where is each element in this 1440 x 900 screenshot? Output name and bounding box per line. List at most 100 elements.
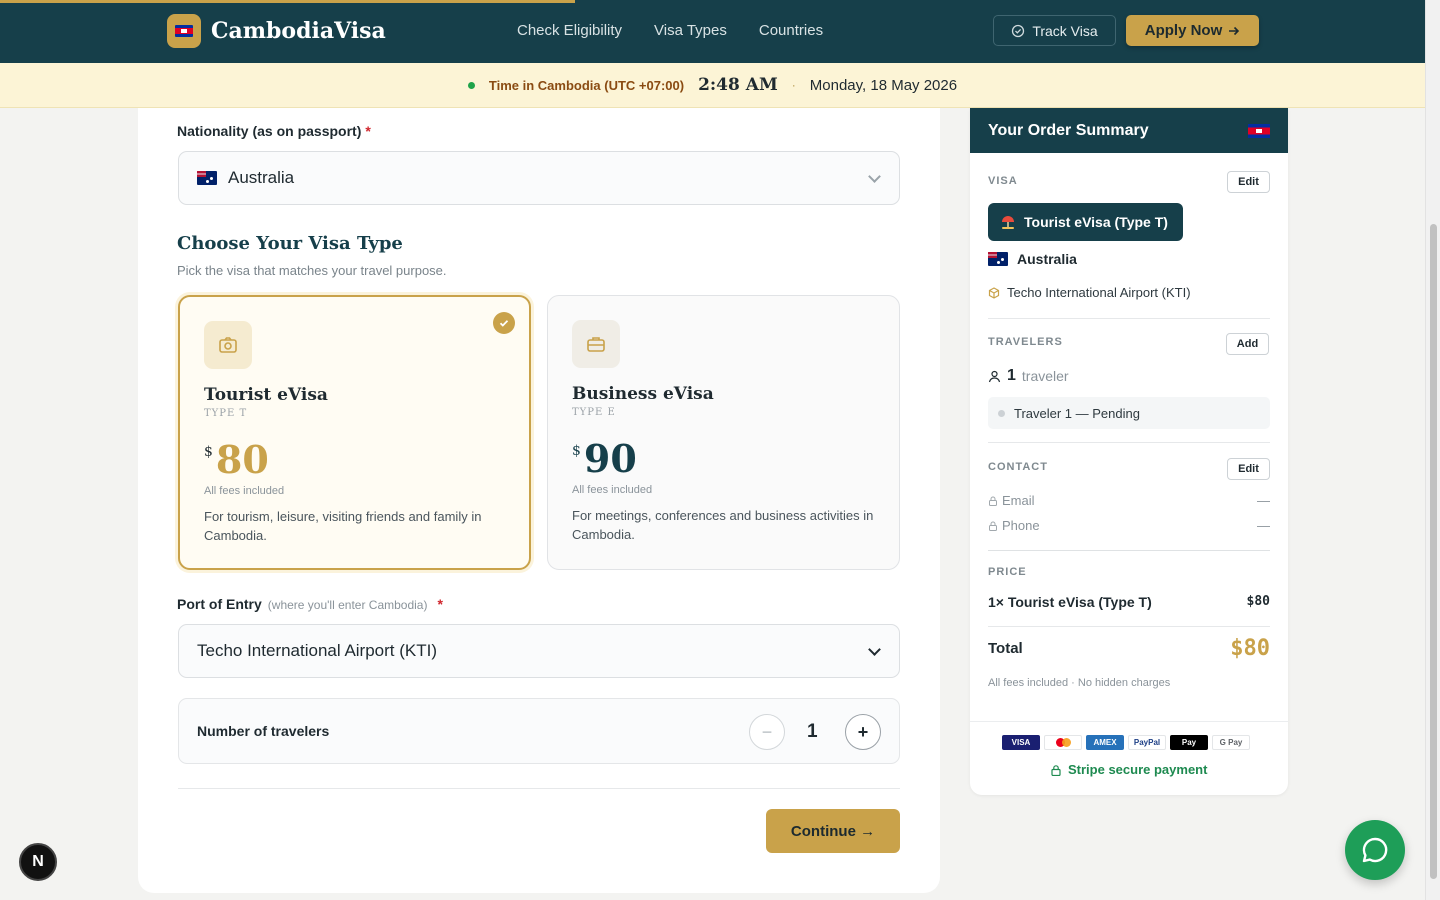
- camera-icon: [204, 321, 252, 369]
- chat-support-button[interactable]: [1345, 820, 1405, 880]
- required-mark: *: [437, 596, 443, 612]
- lock-icon: [989, 521, 997, 531]
- package-icon: [988, 286, 1000, 299]
- summary-divider: [988, 550, 1270, 551]
- apply-now-label: Apply Now: [1144, 22, 1223, 39]
- briefcase-icon: [572, 320, 620, 368]
- check-circle-icon: [1012, 24, 1025, 37]
- next-dev-badge[interactable]: N: [19, 843, 57, 881]
- traveler-list-item: Traveler 1 — Pending: [988, 397, 1270, 429]
- visa-option-tourist[interactable]: Tourist eVisa TYPE T $80 All fees includ…: [178, 295, 531, 570]
- visa-type-code: TYPE E: [572, 407, 616, 418]
- port-of-entry-select[interactable]: Techo International Airport (KTI): [178, 624, 900, 678]
- continue-button[interactable]: Continue →: [766, 809, 900, 853]
- visa-option-business[interactable]: Business eVisa TYPE E $90 All fees inclu…: [547, 295, 900, 570]
- nationality-value: Australia: [228, 168, 295, 187]
- nationality-select[interactable]: Australia: [178, 151, 900, 205]
- port-value: Techo International Airport (KTI): [197, 641, 438, 660]
- contact-phone-row: Phone —: [988, 518, 1270, 533]
- visa-logo-icon: VISA: [1002, 735, 1040, 750]
- apply-now-button[interactable]: Apply Now: [1126, 15, 1259, 46]
- visa-fees-note: All fees included: [204, 485, 285, 497]
- page-progress-bar: [0, 0, 575, 3]
- travelers-label: Number of travelers: [197, 723, 330, 739]
- amex-logo-icon: AMEX: [1086, 735, 1124, 750]
- summary-line-item: 1× Tourist eVisa (Type T) $80: [988, 594, 1270, 610]
- user-icon: [988, 370, 1001, 382]
- visa-fees-note: All fees included: [572, 484, 653, 496]
- track-visa-button[interactable]: Track Visa: [993, 15, 1116, 46]
- google-pay-logo-icon: G Pay: [1212, 735, 1250, 750]
- brand[interactable]: CambodiaVisa: [167, 14, 386, 48]
- visa-type-code: TYPE T: [204, 408, 248, 419]
- visa-price: $80: [204, 437, 269, 482]
- brand-name: CambodiaVisa: [211, 18, 386, 44]
- australia-flag-icon: [988, 252, 1008, 266]
- summary-travelers-label: TRAVELERS: [988, 336, 1063, 348]
- port-hint: (where you'll enter Cambodia): [267, 598, 428, 612]
- mastercard-logo-icon: [1044, 735, 1082, 750]
- selected-check-icon: [493, 312, 515, 334]
- summary-contact-label: CONTACT: [988, 461, 1048, 473]
- summary-total: Total $80: [988, 636, 1270, 661]
- track-visa-label: Track Visa: [1032, 22, 1098, 39]
- visa-name: Tourist eVisa: [204, 385, 328, 405]
- apple-pay-logo-icon: Pay: [1170, 735, 1208, 750]
- nationality-label: Nationality (as on passport) *: [177, 123, 371, 139]
- status-dot-icon: [998, 409, 1005, 417]
- nav-check-eligibility[interactable]: Check Eligibility: [517, 22, 622, 39]
- lock-icon: [1051, 764, 1061, 776]
- secure-payment-note: Stripe secure payment: [1050, 762, 1207, 777]
- australia-flag-icon: [197, 171, 217, 185]
- required-mark: *: [365, 123, 371, 139]
- summary-divider: [988, 442, 1270, 443]
- top-nav: CambodiaVisa Check Eligibility Visa Type…: [0, 0, 1425, 63]
- summary-title: Your Order Summary: [988, 121, 1149, 139]
- page-scrollbar[interactable]: [1425, 0, 1440, 900]
- summary-port: Techo International Airport (KTI): [988, 285, 1191, 300]
- increase-travelers-button[interactable]: +: [845, 714, 881, 750]
- add-traveler-button[interactable]: Add: [1226, 333, 1269, 355]
- contact-email-row: Email —: [988, 493, 1270, 508]
- summary-traveler-count: 1 traveler: [988, 367, 1069, 385]
- brand-flag-icon: [167, 14, 201, 48]
- visa-section-title: Choose Your Visa Type: [177, 233, 403, 254]
- cambodia-time-bar: Time in Cambodia (UTC +07:00) 2:48 AM · …: [0, 63, 1425, 108]
- date-value: Monday, 18 May 2026: [809, 76, 958, 94]
- summary-divider: [988, 626, 1270, 627]
- summary-fees-note: All fees included · No hidden charges: [988, 677, 1171, 689]
- time-value: 2:48 AM: [698, 75, 778, 95]
- visa-description: For meetings, conferences and business a…: [572, 508, 874, 542]
- visa-price: $90: [572, 436, 637, 481]
- form-divider: [178, 788, 900, 789]
- chevron-down-icon: [868, 170, 881, 183]
- decrease-travelers-button[interactable]: −: [749, 714, 785, 750]
- summary-country: Australia: [988, 251, 1077, 267]
- live-dot-icon: [467, 81, 475, 89]
- nav-countries[interactable]: Countries: [759, 22, 823, 39]
- visa-section-subtitle: Pick the visa that matches your travel p…: [177, 263, 447, 278]
- summary-visa-pill: Tourist eVisa (Type T): [988, 203, 1183, 241]
- summary-header: Your Order Summary: [970, 108, 1288, 153]
- chat-bubble-icon: [1362, 837, 1388, 863]
- travelers-count: 1: [807, 721, 818, 742]
- beach-umbrella-icon: [1002, 216, 1014, 229]
- travelers-stepper: Number of travelers − 1 +: [178, 698, 900, 764]
- arrow-right-icon: [1229, 26, 1240, 35]
- time-label: Time in Cambodia (UTC +07:00): [488, 77, 685, 93]
- summary-divider: [988, 318, 1270, 319]
- port-of-entry-label: Port of Entry (where you'll enter Cambodi…: [177, 596, 443, 612]
- main-nav: Check Eligibility Visa Types Countries: [517, 22, 823, 39]
- summary-visa-label: VISA: [988, 175, 1018, 187]
- summary-price-label: PRICE: [988, 566, 1027, 578]
- order-summary: Your Order Summary VISA Edit Tourist eVi…: [970, 108, 1288, 795]
- time-separator: ·: [791, 78, 796, 92]
- visa-description: For tourism, leisure, visiting friends a…: [204, 509, 482, 543]
- edit-visa-button[interactable]: Edit: [1227, 171, 1270, 193]
- visa-name: Business eVisa: [572, 384, 714, 404]
- nav-visa-types[interactable]: Visa Types: [654, 22, 727, 39]
- paypal-logo-icon: PayPal: [1128, 735, 1166, 750]
- payment-divider: [970, 721, 1288, 722]
- edit-contact-button[interactable]: Edit: [1227, 458, 1270, 480]
- scrollbar-thumb[interactable]: [1430, 224, 1437, 879]
